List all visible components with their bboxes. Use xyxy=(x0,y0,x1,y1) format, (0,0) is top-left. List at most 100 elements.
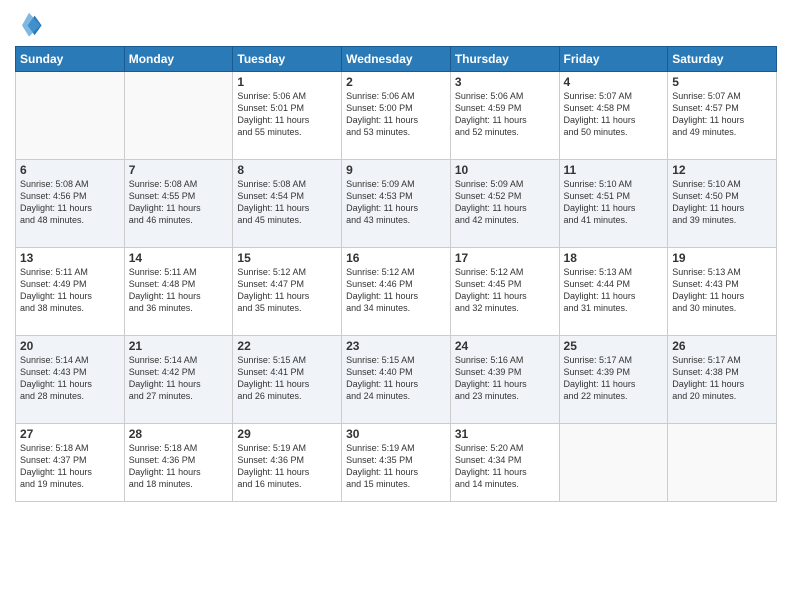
weekday-header-tuesday: Tuesday xyxy=(233,47,342,72)
logo xyxy=(15,10,47,38)
day-info: Sunrise: 5:18 AM Sunset: 4:37 PM Dayligh… xyxy=(20,442,120,491)
day-number: 30 xyxy=(346,427,446,441)
calendar-cell: 11Sunrise: 5:10 AM Sunset: 4:51 PM Dayli… xyxy=(559,160,668,248)
day-info: Sunrise: 5:11 AM Sunset: 4:49 PM Dayligh… xyxy=(20,266,120,315)
weekday-header-sunday: Sunday xyxy=(16,47,125,72)
calendar-cell: 2Sunrise: 5:06 AM Sunset: 5:00 PM Daylig… xyxy=(342,72,451,160)
calendar-cell xyxy=(124,72,233,160)
day-info: Sunrise: 5:09 AM Sunset: 4:52 PM Dayligh… xyxy=(455,178,555,227)
day-number: 29 xyxy=(237,427,337,441)
day-number: 3 xyxy=(455,75,555,89)
calendar-cell xyxy=(668,424,777,502)
day-number: 11 xyxy=(564,163,664,177)
day-number: 16 xyxy=(346,251,446,265)
calendar-cell: 31Sunrise: 5:20 AM Sunset: 4:34 PM Dayli… xyxy=(450,424,559,502)
day-number: 12 xyxy=(672,163,772,177)
day-info: Sunrise: 5:08 AM Sunset: 4:55 PM Dayligh… xyxy=(129,178,229,227)
day-info: Sunrise: 5:07 AM Sunset: 4:58 PM Dayligh… xyxy=(564,90,664,139)
week-row-4: 20Sunrise: 5:14 AM Sunset: 4:43 PM Dayli… xyxy=(16,336,777,424)
day-number: 13 xyxy=(20,251,120,265)
day-info: Sunrise: 5:10 AM Sunset: 4:50 PM Dayligh… xyxy=(672,178,772,227)
day-number: 7 xyxy=(129,163,229,177)
day-number: 27 xyxy=(20,427,120,441)
calendar-cell: 15Sunrise: 5:12 AM Sunset: 4:47 PM Dayli… xyxy=(233,248,342,336)
calendar-cell: 6Sunrise: 5:08 AM Sunset: 4:56 PM Daylig… xyxy=(16,160,125,248)
page: SundayMondayTuesdayWednesdayThursdayFrid… xyxy=(0,0,792,612)
calendar-cell: 27Sunrise: 5:18 AM Sunset: 4:37 PM Dayli… xyxy=(16,424,125,502)
calendar-cell: 5Sunrise: 5:07 AM Sunset: 4:57 PM Daylig… xyxy=(668,72,777,160)
calendar-cell: 3Sunrise: 5:06 AM Sunset: 4:59 PM Daylig… xyxy=(450,72,559,160)
calendar-cell: 28Sunrise: 5:18 AM Sunset: 4:36 PM Dayli… xyxy=(124,424,233,502)
day-number: 18 xyxy=(564,251,664,265)
day-info: Sunrise: 5:19 AM Sunset: 4:36 PM Dayligh… xyxy=(237,442,337,491)
day-number: 31 xyxy=(455,427,555,441)
weekday-header-thursday: Thursday xyxy=(450,47,559,72)
weekday-header-wednesday: Wednesday xyxy=(342,47,451,72)
day-info: Sunrise: 5:13 AM Sunset: 4:44 PM Dayligh… xyxy=(564,266,664,315)
calendar-cell: 14Sunrise: 5:11 AM Sunset: 4:48 PM Dayli… xyxy=(124,248,233,336)
day-info: Sunrise: 5:10 AM Sunset: 4:51 PM Dayligh… xyxy=(564,178,664,227)
calendar-cell: 8Sunrise: 5:08 AM Sunset: 4:54 PM Daylig… xyxy=(233,160,342,248)
day-number: 10 xyxy=(455,163,555,177)
calendar-cell: 10Sunrise: 5:09 AM Sunset: 4:52 PM Dayli… xyxy=(450,160,559,248)
weekday-header-row: SundayMondayTuesdayWednesdayThursdayFrid… xyxy=(16,47,777,72)
calendar-cell: 19Sunrise: 5:13 AM Sunset: 4:43 PM Dayli… xyxy=(668,248,777,336)
day-number: 24 xyxy=(455,339,555,353)
calendar-cell: 29Sunrise: 5:19 AM Sunset: 4:36 PM Dayli… xyxy=(233,424,342,502)
day-number: 2 xyxy=(346,75,446,89)
day-number: 21 xyxy=(129,339,229,353)
day-info: Sunrise: 5:15 AM Sunset: 4:40 PM Dayligh… xyxy=(346,354,446,403)
day-info: Sunrise: 5:13 AM Sunset: 4:43 PM Dayligh… xyxy=(672,266,772,315)
day-info: Sunrise: 5:17 AM Sunset: 4:38 PM Dayligh… xyxy=(672,354,772,403)
calendar-cell: 26Sunrise: 5:17 AM Sunset: 4:38 PM Dayli… xyxy=(668,336,777,424)
day-info: Sunrise: 5:06 AM Sunset: 5:00 PM Dayligh… xyxy=(346,90,446,139)
calendar-cell: 18Sunrise: 5:13 AM Sunset: 4:44 PM Dayli… xyxy=(559,248,668,336)
day-number: 20 xyxy=(20,339,120,353)
day-info: Sunrise: 5:11 AM Sunset: 4:48 PM Dayligh… xyxy=(129,266,229,315)
day-number: 6 xyxy=(20,163,120,177)
calendar-cell: 16Sunrise: 5:12 AM Sunset: 4:46 PM Dayli… xyxy=(342,248,451,336)
day-number: 22 xyxy=(237,339,337,353)
calendar-cell: 23Sunrise: 5:15 AM Sunset: 4:40 PM Dayli… xyxy=(342,336,451,424)
day-info: Sunrise: 5:14 AM Sunset: 4:42 PM Dayligh… xyxy=(129,354,229,403)
calendar-table: SundayMondayTuesdayWednesdayThursdayFrid… xyxy=(15,46,777,502)
day-number: 15 xyxy=(237,251,337,265)
day-info: Sunrise: 5:12 AM Sunset: 4:45 PM Dayligh… xyxy=(455,266,555,315)
day-number: 23 xyxy=(346,339,446,353)
calendar-cell: 21Sunrise: 5:14 AM Sunset: 4:42 PM Dayli… xyxy=(124,336,233,424)
calendar-cell: 30Sunrise: 5:19 AM Sunset: 4:35 PM Dayli… xyxy=(342,424,451,502)
day-number: 25 xyxy=(564,339,664,353)
week-row-1: 1Sunrise: 5:06 AM Sunset: 5:01 PM Daylig… xyxy=(16,72,777,160)
calendar-cell: 20Sunrise: 5:14 AM Sunset: 4:43 PM Dayli… xyxy=(16,336,125,424)
day-number: 4 xyxy=(564,75,664,89)
day-info: Sunrise: 5:12 AM Sunset: 4:47 PM Dayligh… xyxy=(237,266,337,315)
day-info: Sunrise: 5:14 AM Sunset: 4:43 PM Dayligh… xyxy=(20,354,120,403)
calendar-cell: 9Sunrise: 5:09 AM Sunset: 4:53 PM Daylig… xyxy=(342,160,451,248)
day-info: Sunrise: 5:17 AM Sunset: 4:39 PM Dayligh… xyxy=(564,354,664,403)
calendar-cell: 22Sunrise: 5:15 AM Sunset: 4:41 PM Dayli… xyxy=(233,336,342,424)
day-number: 28 xyxy=(129,427,229,441)
day-info: Sunrise: 5:12 AM Sunset: 4:46 PM Dayligh… xyxy=(346,266,446,315)
day-info: Sunrise: 5:07 AM Sunset: 4:57 PM Dayligh… xyxy=(672,90,772,139)
calendar-cell: 12Sunrise: 5:10 AM Sunset: 4:50 PM Dayli… xyxy=(668,160,777,248)
day-info: Sunrise: 5:16 AM Sunset: 4:39 PM Dayligh… xyxy=(455,354,555,403)
calendar-cell: 1Sunrise: 5:06 AM Sunset: 5:01 PM Daylig… xyxy=(233,72,342,160)
calendar-cell xyxy=(16,72,125,160)
calendar-cell: 7Sunrise: 5:08 AM Sunset: 4:55 PM Daylig… xyxy=(124,160,233,248)
weekday-header-monday: Monday xyxy=(124,47,233,72)
day-number: 14 xyxy=(129,251,229,265)
header xyxy=(15,10,777,38)
calendar-cell: 17Sunrise: 5:12 AM Sunset: 4:45 PM Dayli… xyxy=(450,248,559,336)
day-info: Sunrise: 5:08 AM Sunset: 4:54 PM Dayligh… xyxy=(237,178,337,227)
calendar-cell: 13Sunrise: 5:11 AM Sunset: 4:49 PM Dayli… xyxy=(16,248,125,336)
calendar-cell: 24Sunrise: 5:16 AM Sunset: 4:39 PM Dayli… xyxy=(450,336,559,424)
day-info: Sunrise: 5:08 AM Sunset: 4:56 PM Dayligh… xyxy=(20,178,120,227)
day-number: 1 xyxy=(237,75,337,89)
calendar-cell: 4Sunrise: 5:07 AM Sunset: 4:58 PM Daylig… xyxy=(559,72,668,160)
day-info: Sunrise: 5:18 AM Sunset: 4:36 PM Dayligh… xyxy=(129,442,229,491)
week-row-5: 27Sunrise: 5:18 AM Sunset: 4:37 PM Dayli… xyxy=(16,424,777,502)
day-number: 19 xyxy=(672,251,772,265)
weekday-header-friday: Friday xyxy=(559,47,668,72)
day-number: 26 xyxy=(672,339,772,353)
week-row-3: 13Sunrise: 5:11 AM Sunset: 4:49 PM Dayli… xyxy=(16,248,777,336)
